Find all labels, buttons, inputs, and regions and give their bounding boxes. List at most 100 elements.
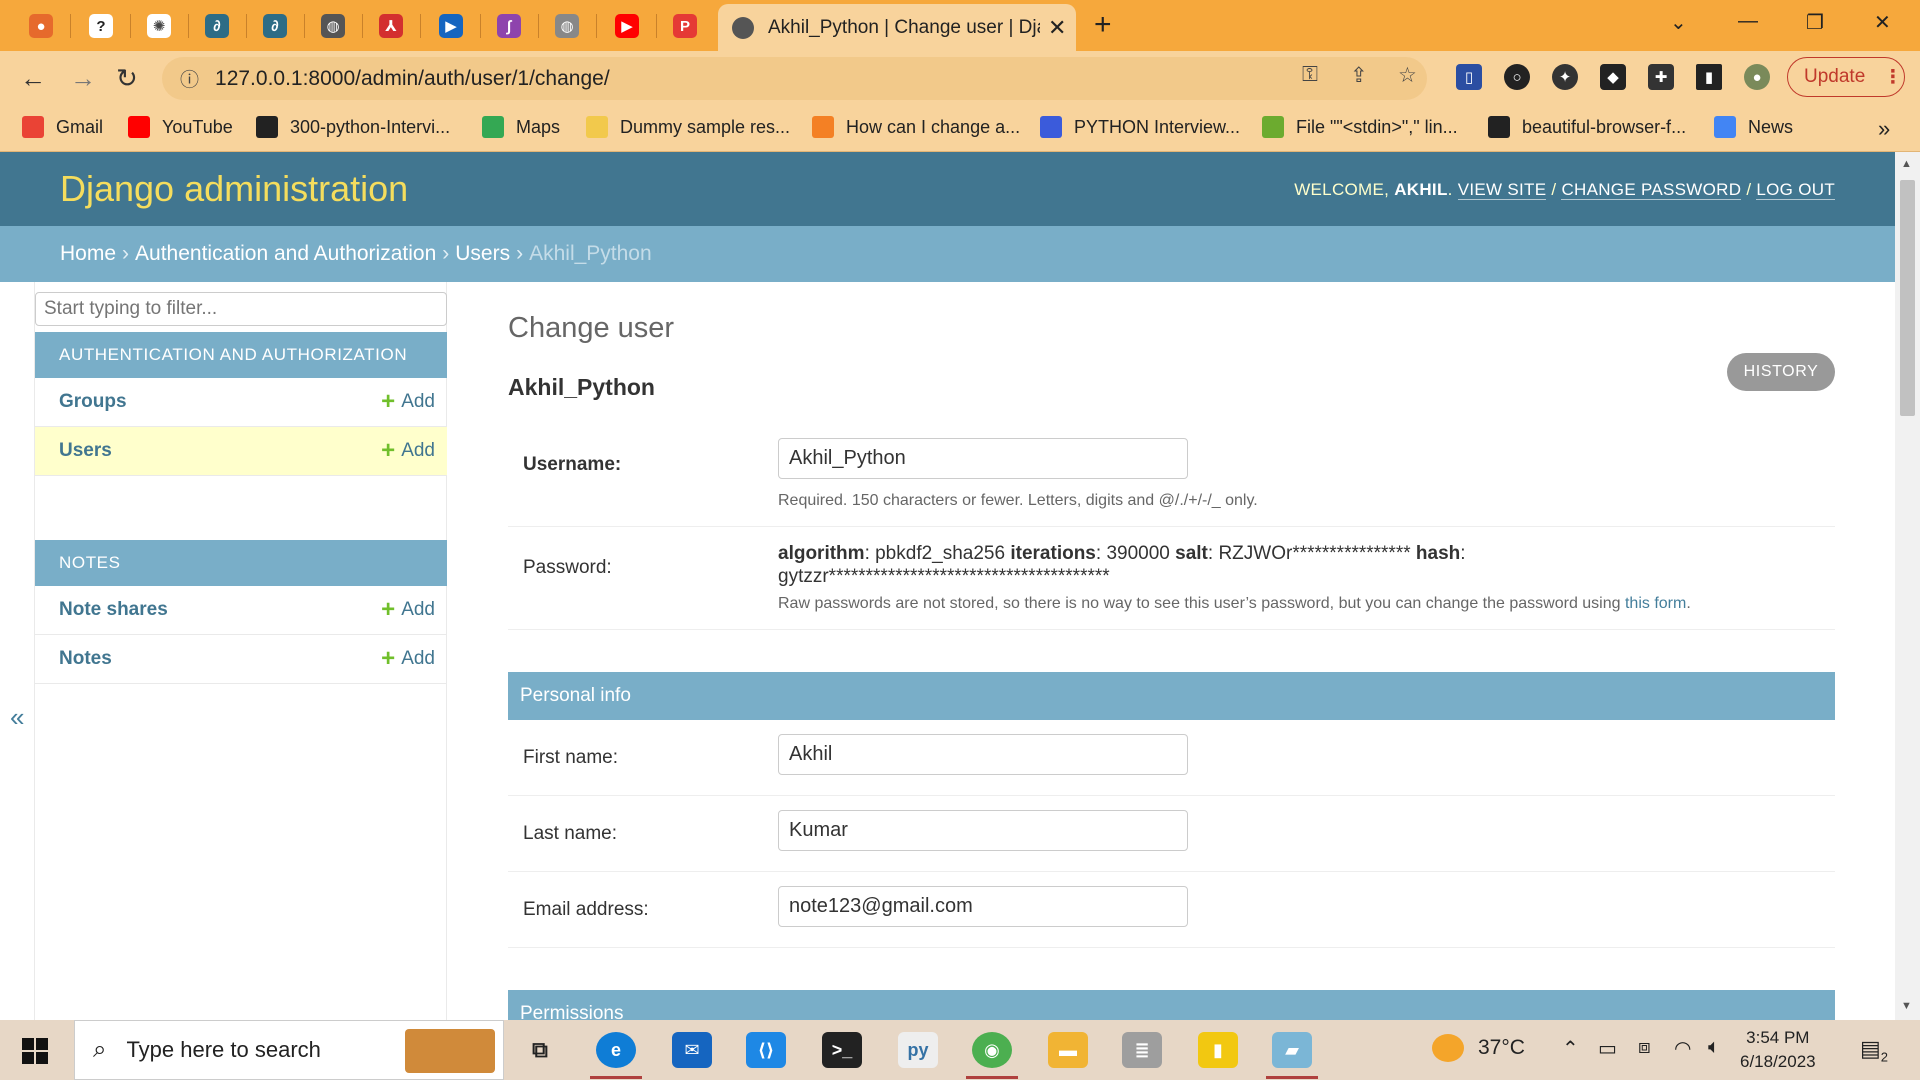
bookmark-item[interactable]: Gmail — [22, 116, 103, 138]
chrome-icon[interactable]: ◉ — [972, 1032, 1012, 1068]
file-explorer-icon[interactable]: ▬ — [1048, 1032, 1088, 1068]
page-scrollbar[interactable]: ▲ ▼ — [1895, 152, 1920, 1020]
change-password-form-link[interactable]: this form — [1625, 595, 1686, 612]
bookmark-item[interactable]: File ""<stdin>"," lin... — [1262, 116, 1458, 138]
volume-icon[interactable]: 🔈︎ — [1708, 1036, 1720, 1059]
pinned-tab-django-1[interactable]: ∂ — [194, 8, 240, 44]
bookmark-item[interactable]: 300-python-Intervi... — [256, 116, 450, 138]
add-note-link[interactable]: + Add — [381, 645, 435, 673]
breadcrumb-app[interactable]: Authentication and Authorization — [135, 242, 436, 266]
pinned-tab-power-automate[interactable]: ▶ — [428, 8, 474, 44]
bookmark-item[interactable]: Dummy sample res... — [586, 116, 790, 138]
breadcrumb-home[interactable]: Home — [60, 242, 116, 266]
extension-circle-icon[interactable]: ○ — [1504, 64, 1530, 90]
pinned-tab-help[interactable]: ? — [78, 8, 124, 44]
taskbar-search-box[interactable]: ⌕ Type here to search — [74, 1020, 504, 1080]
sidebar-item-label[interactable]: Users — [59, 440, 112, 462]
bookmark-star-icon[interactable]: ☆ — [1398, 63, 1417, 88]
mail-icon[interactable]: ✉ — [672, 1032, 712, 1068]
site-branding[interactable]: Django administration — [60, 168, 408, 210]
toggle-sidebar-button[interactable]: « — [10, 702, 24, 733]
add-note-share-link[interactable]: + Add — [381, 596, 435, 624]
meet-icon[interactable]: ⧈ — [1638, 1036, 1651, 1059]
notes-app-icon[interactable]: ▰ — [1272, 1032, 1312, 1068]
extensions-puzzle-icon[interactable]: ✚ — [1648, 64, 1674, 90]
task-view-icon[interactable]: ⧉ — [520, 1032, 560, 1068]
terminal-icon[interactable]: >_ — [822, 1032, 862, 1068]
site-info-icon[interactable]: ⓘ — [180, 65, 199, 92]
pinned-tab-youtube[interactable]: ▶ — [604, 8, 650, 44]
nav-filter-input[interactable] — [35, 292, 447, 326]
system-clock[interactable]: 3:54 PM 6/18/2023 — [1740, 1026, 1816, 1074]
vscode-icon[interactable]: ⟨⟩ — [746, 1032, 786, 1068]
pinned-tab-chatgpt[interactable]: ✺ — [136, 8, 182, 44]
new-tab-button[interactable]: + — [1094, 8, 1112, 42]
scroll-down-arrow-icon[interactable]: ▼ — [1901, 1000, 1912, 1012]
last-name-input[interactable] — [778, 810, 1188, 851]
tab-search-chevron-icon[interactable]: ⌄ — [1670, 10, 1687, 35]
wifi-icon[interactable]: ◠ — [1674, 1036, 1691, 1061]
python-file-icon[interactable]: py — [898, 1032, 938, 1068]
bookmark-item[interactable]: News — [1714, 116, 1793, 138]
restore-button[interactable]: ❐ — [1806, 10, 1824, 35]
bookmark-item[interactable]: beautiful-browser-f... — [1488, 116, 1686, 138]
pinned-tab-globe-2[interactable]: ◍ — [544, 8, 590, 44]
extension-translate-icon[interactable]: ▯ — [1456, 64, 1482, 90]
profile-avatar[interactable]: ● — [1744, 64, 1770, 90]
sidebar-item-label[interactable]: Notes — [59, 648, 112, 670]
sidebar-item-note-shares[interactable]: Note shares + Add — [35, 586, 447, 635]
battery-icon[interactable]: ▭ — [1598, 1036, 1617, 1061]
extension-kangaroo-icon[interactable]: ✦ — [1552, 64, 1578, 90]
breadcrumb-model[interactable]: Users — [455, 242, 510, 266]
username-input[interactable] — [778, 438, 1188, 479]
bookmark-item[interactable]: PYTHON Interview... — [1040, 116, 1240, 138]
first-name-input[interactable] — [778, 734, 1188, 775]
sidebar-item-groups[interactable]: Groups + Add — [35, 378, 447, 427]
forward-button[interactable]: → — [70, 63, 96, 94]
close-window-button[interactable]: ✕ — [1874, 10, 1891, 35]
back-button[interactable]: ← — [20, 63, 46, 94]
bookmark-item[interactable]: How can I change a... — [812, 116, 1020, 138]
bookmark-item[interactable]: Maps — [482, 116, 560, 138]
extension-diamond-icon[interactable]: ◆ — [1600, 64, 1626, 90]
sidebar-item-users[interactable]: Users + Add — [35, 427, 447, 476]
bookmark-item[interactable]: YouTube — [128, 116, 233, 138]
minimize-button[interactable]: — — [1738, 10, 1758, 33]
scroll-up-arrow-icon[interactable]: ▲ — [1901, 158, 1912, 170]
history-button[interactable]: HISTORY — [1727, 353, 1835, 391]
key-icon[interactable]: ⚿ — [1302, 63, 1318, 87]
notifications-icon[interactable]: ▤2 — [1860, 1036, 1888, 1064]
address-bar[interactable]: ⓘ 127.0.0.1:8000/admin/auth/user/1/chang… — [162, 57, 1427, 100]
more-bookmarks-chevron-icon[interactable]: » — [1878, 116, 1890, 142]
windows-start-icon[interactable] — [22, 1038, 48, 1064]
edge-icon[interactable]: e — [596, 1032, 636, 1068]
scrollbar-thumb[interactable] — [1900, 180, 1915, 416]
log-out-link[interactable]: LOG OUT — [1756, 180, 1835, 200]
close-tab-icon[interactable]: ✕ — [1048, 15, 1066, 41]
side-panel-icon[interactable]: ▮ — [1696, 64, 1722, 90]
pinned-tab-swirl[interactable]: ∫ — [486, 8, 532, 44]
sidebar-item-label[interactable]: Note shares — [59, 599, 168, 621]
update-button[interactable]: Update ⋮ — [1787, 57, 1905, 97]
module-caption-notes[interactable]: NOTES — [35, 540, 447, 586]
sidebar-item-label[interactable]: Groups — [59, 391, 127, 413]
pinned-tab-globe[interactable]: ◍ — [310, 8, 356, 44]
database-icon[interactable]: ≣ — [1122, 1032, 1162, 1068]
active-tab[interactable]: Akhil_Python | Change user | Djan ✕ — [718, 4, 1076, 51]
sidebar-item-notes[interactable]: Notes + Add — [35, 635, 447, 684]
weather-widget[interactable]: 37°C — [1432, 1034, 1525, 1062]
pinned-tab-pdf[interactable]: ⅄ — [368, 8, 414, 44]
url-text[interactable]: 127.0.0.1:8000/admin/auth/user/1/change/ — [215, 67, 610, 91]
power-bi-icon[interactable]: ▮ — [1198, 1032, 1238, 1068]
pinned-tab-p[interactable]: P — [662, 8, 708, 44]
email-input[interactable] — [778, 886, 1188, 927]
module-caption-auth[interactable]: AUTHENTICATION AND AUTHORIZATION — [35, 332, 447, 378]
pinned-tab-firefox[interactable]: ● — [18, 8, 64, 44]
add-user-link[interactable]: + Add — [381, 437, 435, 465]
share-icon[interactable]: ⇪ — [1350, 63, 1368, 88]
show-hidden-icons-chevron-icon[interactable]: ⌃ — [1562, 1036, 1579, 1061]
change-password-link[interactable]: CHANGE PASSWORD — [1561, 180, 1742, 200]
view-site-link[interactable]: VIEW SITE — [1457, 180, 1547, 200]
reload-button[interactable]: ↻ — [116, 63, 138, 94]
pinned-tab-django-2[interactable]: ∂ — [252, 8, 298, 44]
